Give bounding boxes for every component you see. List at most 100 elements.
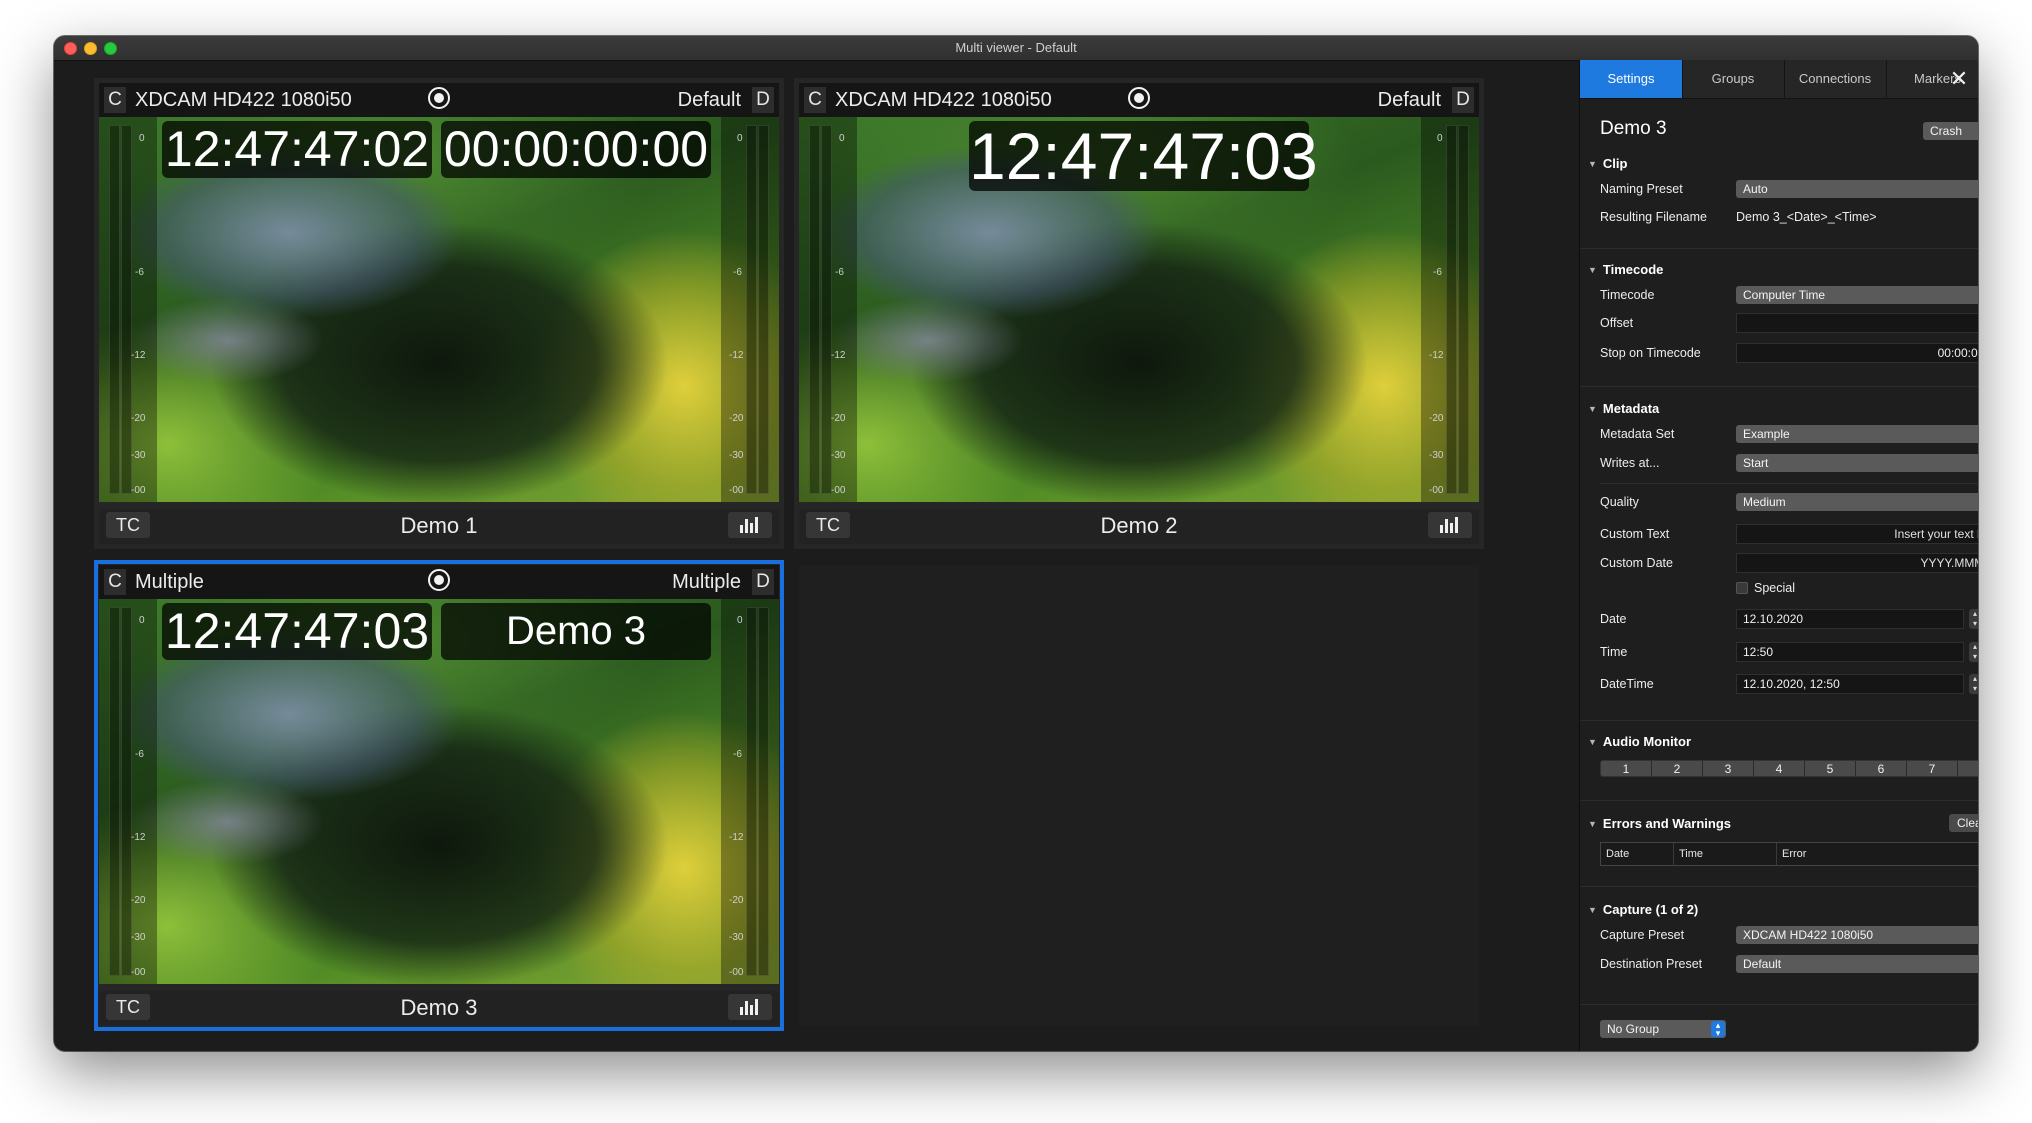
audio-meter-right: 0 -6 -12 -20 -30 -00: [721, 599, 779, 984]
meter-tick: -00: [131, 967, 146, 978]
close-icon[interactable]: ✕: [1939, 60, 1978, 98]
viewer-tile-demo3[interactable]: C Multiple Multiple D 0 -6 -12 -20 -30 -…: [94, 560, 784, 1031]
datetime-input[interactable]: 12.10.2020, 12:50: [1736, 674, 1964, 694]
viewer-tile-demo1[interactable]: C XDCAM HD422 1080i50 Default D 0 -6 -12…: [94, 78, 784, 549]
errors-col-date[interactable]: Date: [1601, 843, 1674, 865]
audio-channel-3[interactable]: 3: [1703, 761, 1754, 776]
disclosure-triangle-icon: ▼: [1588, 737, 1597, 747]
audio-channel-5[interactable]: 5: [1805, 761, 1856, 776]
channel-badge-d[interactable]: D: [1452, 87, 1474, 113]
special-label: Special: [1754, 581, 1795, 595]
custom-date-input[interactable]: YYYY.MMM.dd: [1736, 553, 1978, 573]
offset-input[interactable]: 0: [1736, 313, 1978, 333]
naming-preset-select[interactable]: Auto ▴▾: [1736, 180, 1978, 198]
time-input[interactable]: 12:50: [1736, 642, 1964, 662]
writes-at-select[interactable]: Start ▴▾: [1736, 454, 1978, 472]
channel-badge-c[interactable]: C: [104, 87, 126, 113]
video-preview[interactable]: 0 -6 -12 -20 -30 -00 0 -6 -12 -20 -30 -0…: [799, 117, 1479, 502]
chevron-updown-icon: ▴ ▾: [1711, 1021, 1725, 1038]
group-select-value: No Group: [1607, 1022, 1660, 1036]
timecode-select[interactable]: Computer Time ▴▾: [1736, 286, 1978, 304]
datetime-stepper[interactable]: ▴ ▾: [1969, 674, 1978, 694]
stop-on-timecode-input[interactable]: 00:00:00:00: [1736, 343, 1978, 363]
audio-levels-button[interactable]: [1428, 512, 1472, 538]
audio-channel-6[interactable]: 6: [1856, 761, 1907, 776]
record-button-icon[interactable]: [1128, 87, 1150, 109]
channel-badge-c[interactable]: C: [804, 87, 826, 113]
tab-groups[interactable]: Groups: [1682, 60, 1785, 98]
clear-all-button[interactable]: Clear all: [1949, 814, 1978, 832]
quality-select[interactable]: Medium ▴▾: [1736, 493, 1978, 511]
meter-tick: -00: [1429, 485, 1444, 496]
section-errors-warnings[interactable]: ▼ Errors and Warnings: [1588, 816, 1731, 831]
naming-preset-value: Auto: [1743, 182, 1768, 196]
meter-tick: -30: [729, 932, 744, 943]
audio-channel-7[interactable]: 7: [1907, 761, 1958, 776]
meter-tick: -20: [831, 413, 846, 424]
channel-badge-c[interactable]: C: [104, 569, 126, 595]
channel-badge-d[interactable]: D: [752, 569, 774, 595]
tab-connections[interactable]: Connections: [1784, 60, 1887, 98]
time-stepper[interactable]: ▴ ▾: [1969, 642, 1978, 662]
viewer-footer: TC Demo 3: [99, 991, 779, 1026]
divider: [1580, 1004, 1978, 1005]
meter-tick: -00: [729, 967, 744, 978]
meter-tick: -20: [131, 895, 146, 906]
date-stepper[interactable]: ▴ ▾: [1969, 609, 1978, 629]
viewer-name: Demo 2: [1100, 513, 1178, 538]
viewer-footer: TC Demo 1: [99, 509, 779, 544]
errors-col-error[interactable]: Error: [1777, 843, 1978, 865]
record-button-icon[interactable]: [428, 87, 450, 109]
section-timecode[interactable]: ▼ Timecode: [1588, 262, 1663, 277]
empty-viewer-slot[interactable]: [799, 565, 1479, 1026]
audio-meter-left: 0 -6 -12 -20 -30 -00: [99, 599, 157, 984]
section-capture[interactable]: ▼ Capture (1 of 2): [1588, 902, 1698, 917]
meter-tick: -6: [135, 749, 144, 760]
tab-settings[interactable]: Settings: [1580, 60, 1683, 98]
meter-tick: -20: [131, 413, 146, 424]
custom-text-input[interactable]: Insert your text here: [1736, 524, 1978, 544]
title-bar: Multi viewer - Default: [54, 36, 1978, 61]
quality-label: Quality: [1600, 495, 1639, 509]
special-checkbox[interactable]: [1736, 582, 1748, 594]
audio-channel-4[interactable]: 4: [1754, 761, 1805, 776]
meter-tick: -6: [835, 267, 844, 278]
audio-channel-8[interactable]: 8: [1958, 761, 1978, 776]
section-header: Timecode: [1602, 262, 1664, 277]
record-button-icon[interactable]: [428, 569, 450, 591]
viewer-footer: TC Demo 2: [799, 509, 1479, 544]
destination-preset-select[interactable]: Default ▴▾: [1736, 955, 1978, 973]
video-preview[interactable]: 0 -6 -12 -20 -30 -00 0 -6 -12 -20 -30 -0…: [99, 117, 779, 502]
audio-meter-right: 0 -6 -12 -20 -30 -00: [721, 117, 779, 502]
divider: [1580, 248, 1978, 249]
video-preview[interactable]: 0 -6 -12 -20 -30 -00 0 -6 -12 -20 -30 -0…: [99, 599, 779, 984]
group-select[interactable]: No Group ▴ ▾: [1600, 1020, 1726, 1038]
section-header: Audio Monitor: [1602, 734, 1692, 749]
profile-select-value: Crash: [1930, 124, 1963, 138]
meter-tick: 0: [737, 133, 743, 144]
audio-channel-1[interactable]: 1: [1601, 761, 1652, 776]
date-input[interactable]: 12.10.2020: [1736, 609, 1964, 629]
capture-preset-select[interactable]: XDCAM HD422 1080i50 ▴▾: [1736, 926, 1978, 944]
resulting-filename-label: Resulting Filename: [1600, 210, 1707, 224]
meter-tick: -12: [729, 350, 744, 361]
channel-badge-d[interactable]: D: [752, 87, 774, 113]
audio-levels-button[interactable]: [728, 994, 772, 1020]
viewer-tile-demo2[interactable]: C XDCAM HD422 1080i50 Default D 0 -6 -12…: [794, 78, 1484, 549]
section-clip[interactable]: ▼ Clip: [1588, 156, 1627, 171]
meter-tick: -30: [131, 450, 146, 461]
meter-tick: 0: [139, 133, 145, 144]
meter-tick: -12: [729, 832, 744, 843]
naming-preset-label: Naming Preset: [1600, 182, 1683, 196]
custom-date-label: Custom Date: [1600, 556, 1673, 570]
section-header: Errors and Warnings: [1602, 816, 1732, 831]
audio-channel-2[interactable]: 2: [1652, 761, 1703, 776]
metadata-set-select[interactable]: Example ▴▾: [1736, 425, 1978, 443]
section-metadata[interactable]: ▼ Metadata: [1588, 401, 1659, 416]
audio-levels-button[interactable]: [728, 512, 772, 538]
divider: [1580, 886, 1978, 887]
profile-select[interactable]: Crash ▴▾: [1923, 122, 1978, 140]
errors-col-time[interactable]: Time: [1674, 843, 1777, 865]
section-audio-monitor[interactable]: ▼ Audio Monitor: [1588, 734, 1691, 749]
date-label: Date: [1600, 612, 1627, 626]
